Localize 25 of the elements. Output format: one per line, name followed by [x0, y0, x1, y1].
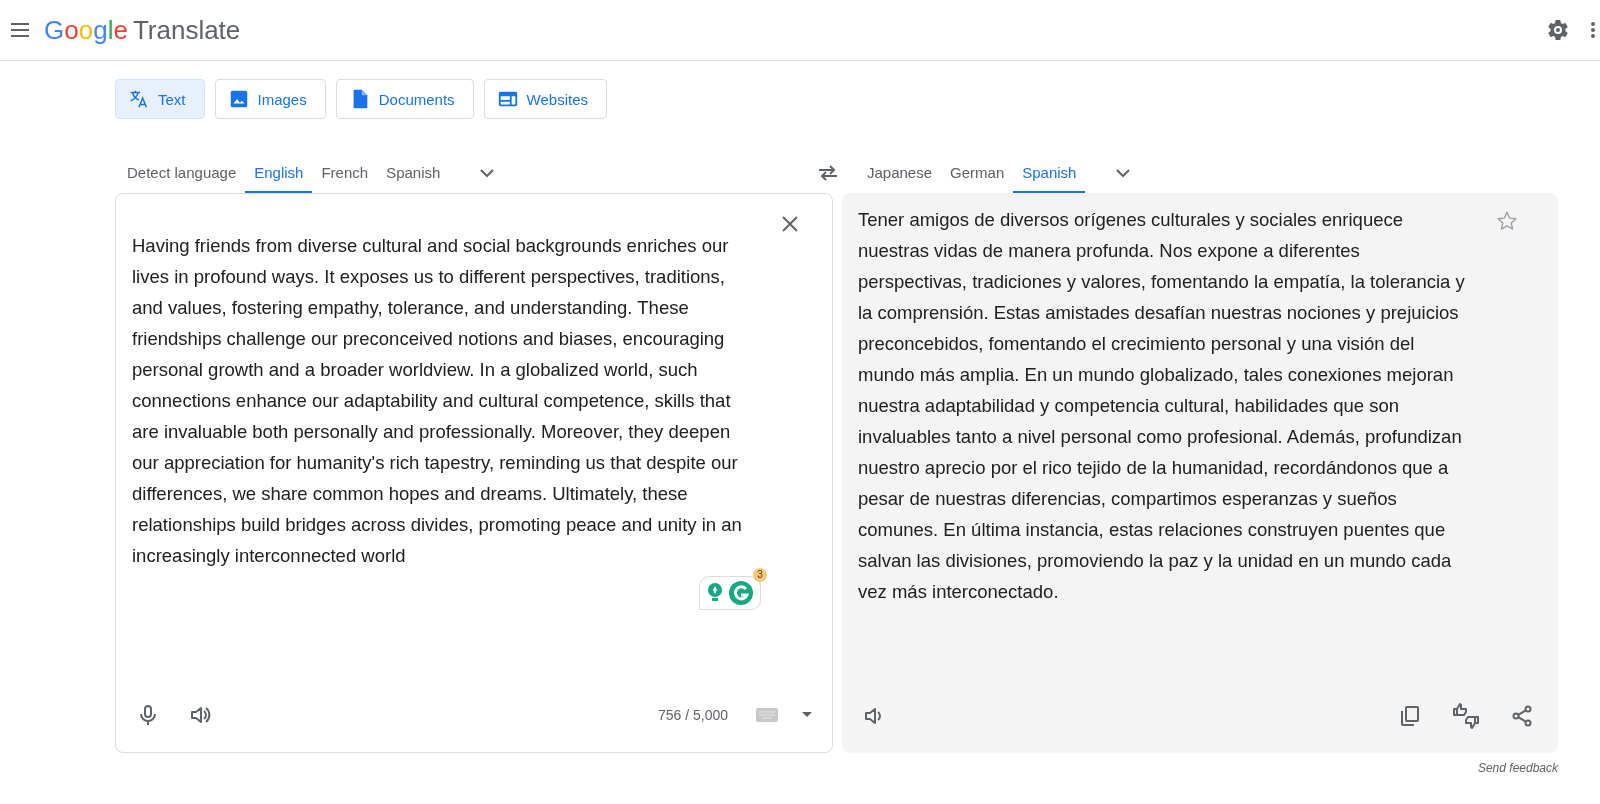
grammar-logo-icon — [728, 580, 754, 606]
lightbulb-icon — [706, 582, 724, 604]
translation-text: Tener amigos de diversos orígenes culturales y sociales enriquece nuestras vidas de manera profunda. Nos expone a diferentes perspectivas, tradiciones y valores, fomentando la empatía, la tolerancia y la comprensión. Estas amistades desafían nuestras nociones y prejuicios preconcebidos, fomentando el crecimiento personal y una visión del mundo más amplia. En un mundo globalizado, tales conexiones mejoran nuestra adaptabilidad y competencia cultural, habilidades que son invaluables tanto a nivel personal como profesional. Además, profundizan nuestro aprecio por el rico tejido de la humanidad, recordándonos que a pesar de nuestras diferencias, compartimos esperanzas y sueños comunes. En última instancia, estas relaciones construyen puentes que salvan las divisiones, promoviendo la paz y la unidad en un mundo cada vez más interconectado. — [858, 208, 1466, 604]
send-feedback-link[interactable]: Send feedback — [1477, 761, 1558, 775]
logo[interactable]: Google Translate — [44, 14, 241, 46]
source-text-input[interactable]: Having friends from diverse cultural and social backgrounds enriches our lives in profound ways. It exposes us to different perspectives, traditions, and values, fostering empathy, tolerance, and understanding. These friendships challenge our preconceived notions and biases, encouraging personal growth and a broader worldview. In a globalized world, such connections enhance our adaptability and cultural competence, skills that are invaluable both personally and professionally. Moreover, they deepen our appreciation for humanity's rich tapestry, reminding us that despite our differences, we share common hopes and dreams. Ultimately, these relationships build bridges across divides, promoting peace and unity in an increasingly interconnected world — [132, 230, 750, 571]
mode-tab[interactable]: Documents — [335, 79, 474, 119]
mode-tab[interactable]: Text — [115, 79, 205, 119]
rate-translation-icon[interactable] — [1452, 703, 1480, 729]
settings-icon[interactable] — [1546, 18, 1570, 42]
notification-badge: 3 — [753, 568, 767, 582]
mode-tab[interactable]: Images — [214, 79, 326, 119]
character-count: 756 / 5,000 — [657, 707, 728, 723]
mode-tab[interactable]: Websites — [483, 79, 607, 119]
grammar-widget[interactable] — [699, 576, 761, 610]
translate-icon — [128, 88, 150, 110]
caret-icon[interactable] — [802, 712, 812, 718]
language-tab[interactable]: Detect language — [118, 153, 246, 193]
share-icon[interactable] — [1510, 704, 1534, 728]
star-icon[interactable] — [1496, 210, 1518, 232]
language-tab[interactable]: Japanese — [858, 153, 942, 193]
language-tab[interactable]: German — [941, 153, 1014, 193]
language-tab[interactable]: Spanish — [377, 153, 450, 193]
language-tab[interactable]: French — [312, 153, 378, 193]
copy-icon[interactable] — [1398, 704, 1422, 728]
